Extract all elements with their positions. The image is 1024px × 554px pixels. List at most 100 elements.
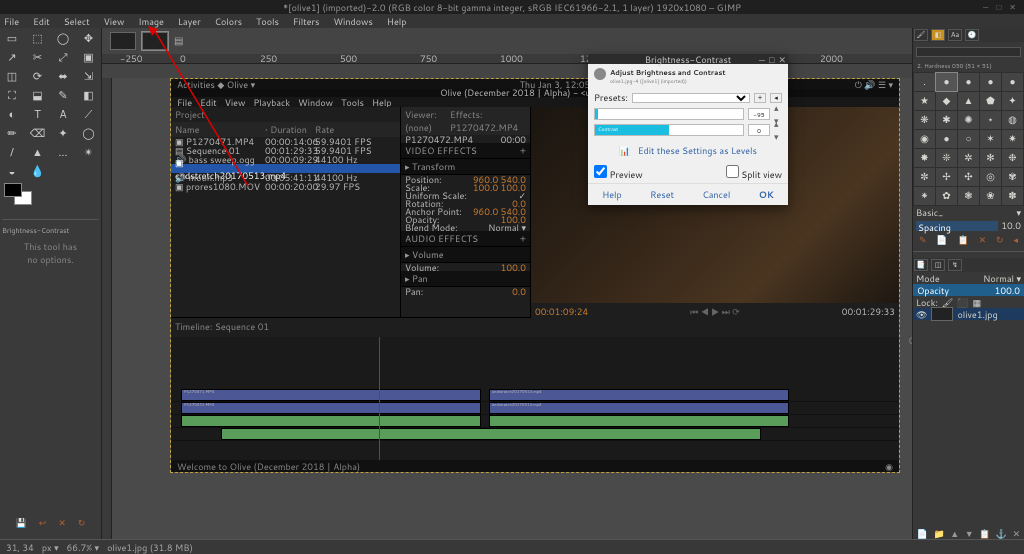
tool-zoom[interactable]: ⤢ bbox=[53, 49, 73, 65]
dialog-close-icon[interactable]: ✕ bbox=[778, 53, 786, 66]
tool-path[interactable]: / bbox=[2, 144, 22, 160]
edit-as-levels-link[interactable]: Edit these Settings as Levels bbox=[638, 144, 757, 157]
brush-menu-icon[interactable]: ◂ bbox=[1013, 233, 1018, 246]
tool-unified[interactable]: ⛶ bbox=[2, 87, 22, 103]
menu-image[interactable]: Image bbox=[138, 15, 164, 28]
thumb-1[interactable] bbox=[110, 32, 136, 50]
tool-ink[interactable]: ◯ bbox=[79, 125, 99, 141]
brush-item[interactable]: ✦ bbox=[1002, 92, 1023, 110]
brush-item[interactable]: ✾ bbox=[1002, 168, 1023, 186]
brightness-slider[interactable]: Brightness bbox=[594, 108, 744, 120]
layer-anchor-icon[interactable]: ⚓ bbox=[996, 527, 1007, 540]
contrast-inc[interactable]: ▴ bbox=[774, 117, 782, 130]
brush-item[interactable]: ✸ bbox=[914, 149, 935, 167]
brush-item[interactable]: ✽ bbox=[1002, 187, 1023, 205]
tab-history-icon[interactable]: 🕘 bbox=[965, 29, 979, 41]
dialog-titlebar[interactable]: Brightness-Contrast —□✕ bbox=[588, 54, 788, 64]
dialog-min-icon[interactable]: — bbox=[759, 53, 765, 66]
tool-scale[interactable]: ⇲ bbox=[79, 68, 99, 84]
brush-item[interactable]: ✼ bbox=[914, 168, 935, 186]
brush-item[interactable]: ✱ bbox=[936, 111, 957, 129]
menu-windows[interactable]: Windows bbox=[334, 15, 373, 28]
tool-blur[interactable]: 💧 bbox=[28, 163, 48, 179]
close-icon[interactable]: ✕ bbox=[1009, 1, 1016, 13]
brush-item[interactable]: ❉ bbox=[1002, 149, 1023, 167]
tab-paths-icon[interactable]: ↯ bbox=[948, 259, 962, 271]
brush-item[interactable]: ● bbox=[936, 73, 957, 91]
layer-group-icon[interactable]: 📁 bbox=[934, 527, 945, 540]
brush-filter-input[interactable] bbox=[916, 47, 1021, 57]
menu-file[interactable]: File bbox=[4, 15, 19, 28]
tab-brushes-icon[interactable]: 🖌 bbox=[914, 29, 928, 41]
tool-perspective[interactable]: ⬓ bbox=[28, 87, 48, 103]
tab-channels-icon[interactable]: ◫ bbox=[931, 259, 945, 271]
tool-crop[interactable]: ◫ bbox=[2, 68, 22, 84]
tool-rotate[interactable]: ⟳ bbox=[28, 68, 48, 84]
contrast-slider[interactable]: Contrast bbox=[594, 124, 744, 136]
menu-view[interactable]: View bbox=[104, 15, 125, 28]
help-button[interactable]: Help bbox=[602, 188, 622, 201]
layer-new-icon[interactable]: 📄 bbox=[917, 527, 928, 540]
unit-select[interactable]: px ▾ bbox=[42, 541, 59, 554]
tool-pencil[interactable]: ✏ bbox=[2, 125, 22, 141]
tab-patterns-icon[interactable]: ◧ bbox=[931, 29, 945, 41]
layer-down-icon[interactable]: ▼ bbox=[965, 527, 974, 540]
contrast-dec[interactable]: ▾ bbox=[774, 130, 782, 143]
preview-checkbox[interactable]: Preview bbox=[594, 165, 643, 181]
split-view-checkbox[interactable]: Split view bbox=[726, 165, 782, 181]
ok-button[interactable]: OK bbox=[759, 188, 774, 201]
brush-item[interactable]: ◎ bbox=[980, 168, 1001, 186]
eye-icon[interactable]: 👁 bbox=[916, 308, 927, 321]
brush-item[interactable]: ● bbox=[980, 73, 1001, 91]
tab-fonts-icon[interactable]: Aa bbox=[948, 29, 962, 41]
brush-item[interactable]: ❀ bbox=[980, 187, 1001, 205]
brush-item[interactable]: ✿ bbox=[936, 187, 957, 205]
brush-item[interactable]: . bbox=[914, 73, 935, 91]
brightness-value-input[interactable]: -95 bbox=[748, 108, 770, 120]
tool-heal[interactable]: ▲ bbox=[28, 144, 48, 160]
delete-icon[interactable]: ✕ bbox=[58, 516, 66, 529]
layer-del-icon[interactable]: ✕ bbox=[1013, 527, 1021, 540]
maximize-icon[interactable]: □ bbox=[996, 1, 1001, 13]
brush-item[interactable]: ⬟ bbox=[980, 92, 1001, 110]
tool-scissors[interactable]: ✂ bbox=[28, 49, 48, 65]
preset-add-button[interactable]: + bbox=[754, 93, 766, 103]
undo-icon[interactable]: ↩ bbox=[39, 516, 47, 529]
menu-edit[interactable]: Edit bbox=[33, 15, 50, 28]
tool-move[interactable]: ↗ bbox=[2, 49, 22, 65]
fg-color-swatch[interactable] bbox=[4, 183, 22, 197]
cancel-button[interactable]: Cancel bbox=[702, 188, 730, 201]
tool-bucket[interactable]: ◧ bbox=[79, 87, 99, 103]
brush-dup-icon[interactable]: 📋 bbox=[957, 233, 968, 246]
tool-text-a[interactable]: A bbox=[53, 106, 73, 122]
brush-del-icon[interactable]: ✕ bbox=[979, 233, 987, 246]
brush-item[interactable]: ❊ bbox=[936, 149, 957, 167]
brush-item[interactable]: ⁕ bbox=[914, 187, 935, 205]
tool-measure[interactable]: ▣ bbox=[79, 49, 99, 65]
minimize-icon[interactable]: — bbox=[983, 1, 988, 13]
brush-item[interactable]: ● bbox=[1002, 73, 1023, 91]
brush-item[interactable]: ● bbox=[958, 73, 979, 91]
opacity-slider[interactable]: Opacity100.0 bbox=[913, 284, 1024, 296]
menu-tools[interactable]: Tools bbox=[256, 15, 279, 28]
brush-item[interactable]: ✺ bbox=[958, 111, 979, 129]
reset-icon[interactable]: ↻ bbox=[78, 516, 86, 529]
brush-item[interactable]: ⋆ bbox=[980, 111, 1001, 129]
dialog-max-icon[interactable]: □ bbox=[769, 53, 774, 66]
brush-edit-icon[interactable]: ✎ bbox=[919, 233, 927, 246]
brush-item[interactable]: ● bbox=[936, 130, 957, 148]
brush-item[interactable]: ▲ bbox=[958, 92, 979, 110]
brush-item[interactable]: ✢ bbox=[936, 168, 957, 186]
layer-up-icon[interactable]: ▲ bbox=[950, 527, 959, 540]
layer-dup-icon[interactable]: 📋 bbox=[979, 527, 990, 540]
brush-item[interactable]: ✲ bbox=[958, 149, 979, 167]
tab-layers-icon[interactable]: 📑 bbox=[914, 259, 928, 271]
menu-filters[interactable]: Filters bbox=[293, 15, 320, 28]
reset-button[interactable]: Reset bbox=[650, 188, 674, 201]
brush-item[interactable]: ✶ bbox=[980, 130, 1001, 148]
tool-fuzzy-select[interactable]: ✥ bbox=[79, 30, 99, 46]
tool-flip[interactable]: ⬌ bbox=[53, 68, 73, 84]
tool-ellipse-select[interactable]: ◯ bbox=[53, 30, 73, 46]
color-fg-bg[interactable] bbox=[4, 183, 40, 213]
brush-item[interactable]: ★ bbox=[914, 92, 935, 110]
